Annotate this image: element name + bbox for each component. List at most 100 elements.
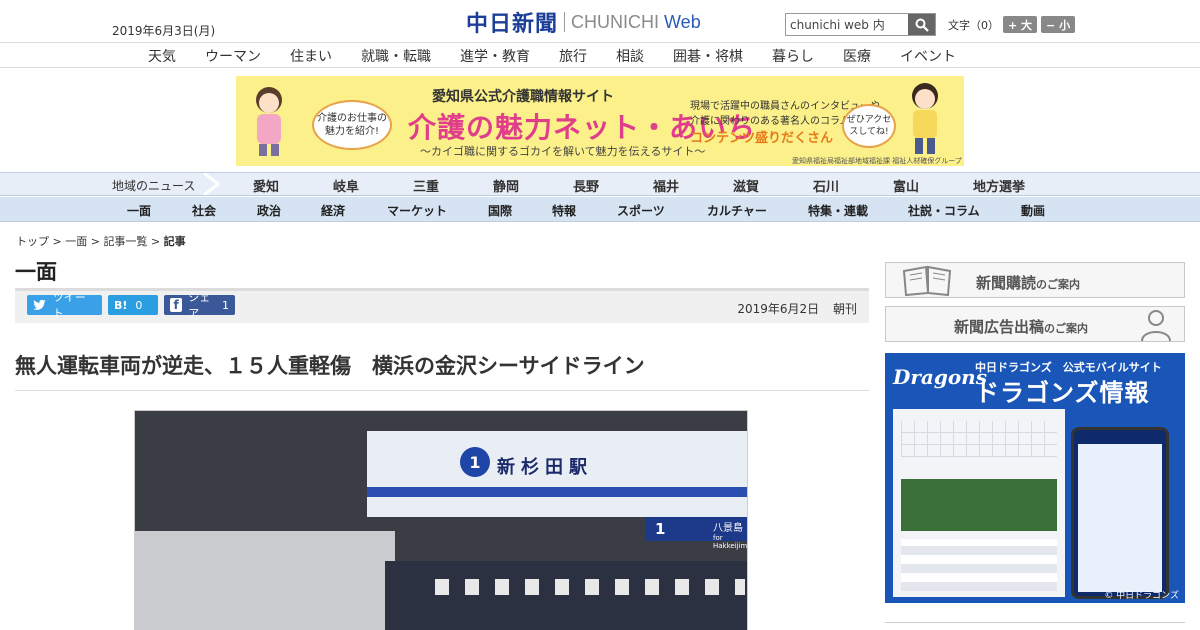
service-nav-item[interactable]: 囲碁・将棋 (673, 46, 743, 66)
search-icon (915, 18, 929, 32)
breadcrumb-current: 記事 (163, 235, 186, 248)
platform-number: 1 (655, 520, 666, 538)
subscribe-small: のご案内 (1036, 278, 1081, 291)
dragons-logo: Dragons (893, 365, 987, 389)
stat-rows (901, 539, 1057, 591)
ad-banner[interactable]: 介護のお仕事の魅力を紹介! 愛知県公式介護職情報サイト 介護の魅力ネット・あいち… (236, 76, 964, 166)
font-larger-button[interactable]: + 大 (1003, 16, 1038, 33)
genre-nav-item[interactable]: 一面 (127, 202, 151, 219)
breadcrumb: トップ > 一面 > 記事一覧 > 記事 (16, 233, 186, 249)
logo-separator (564, 12, 566, 32)
dragons-title: ドラゴンズ情報 (975, 379, 1150, 407)
hatena-bookmark-button[interactable]: B! 0 (108, 295, 158, 315)
advertise-main: 新聞広告出稿 (954, 318, 1045, 336)
speech-bubble-left: 介護のお仕事の魅力を紹介! (312, 100, 392, 150)
genre-nav-item[interactable]: マーケット (387, 202, 447, 219)
logo-japanese: 中日新聞 (466, 12, 559, 37)
search-input[interactable] (786, 14, 908, 35)
genre-nav-item[interactable]: 動画 (1021, 202, 1045, 219)
service-nav-item[interactable]: 相談 (616, 46, 644, 66)
genre-nav-item[interactable]: スポーツ (617, 202, 665, 219)
genre-nav-item[interactable]: カルチャー (707, 202, 767, 219)
article-photo[interactable]: 1 新杉田駅 1 八景島 for Hakkeijima (134, 410, 748, 630)
person-illustration-icon (912, 83, 938, 154)
banner-footnote: 愛知県福祉局福祉部地域福祉課 福祉人材確保グループ (792, 157, 962, 165)
region-nav-item[interactable]: 長野 (573, 176, 653, 195)
region-nav-item[interactable]: 地方選挙 (973, 176, 1053, 195)
platform-destination-en: for Hakkeijima (713, 534, 748, 550)
region-nav-item[interactable]: 岐阜 (333, 176, 413, 195)
facebook-share-button[interactable]: f シェア 1 (164, 291, 235, 320)
service-nav-item[interactable]: 就職・転職 (361, 46, 431, 66)
station-name-sign: 新杉田駅 (497, 457, 593, 478)
genre-nav-item[interactable]: 社説・コラム (908, 202, 980, 219)
logo-web: Web (664, 11, 701, 32)
breadcrumb-link[interactable]: 一面 (65, 235, 87, 248)
phone-screen (1078, 444, 1162, 592)
dragons-copyright: © 中日ドラゴンズ (1104, 591, 1179, 601)
service-nav-item[interactable]: 旅行 (559, 46, 587, 66)
article-headline: 無人運転車両が逆走、１５人重軽傷 横浜の金沢シーサイドライン (15, 354, 645, 378)
genre-nav-item[interactable]: 社会 (192, 202, 216, 219)
person-icon (1141, 310, 1171, 341)
genre-nav-item[interactable]: 国際 (488, 202, 512, 219)
site-search (785, 13, 936, 36)
genre-nav-item[interactable]: 経済 (321, 202, 345, 219)
breadcrumb-separator: > (52, 235, 62, 248)
site-logo[interactable]: 中日新聞 CHUNICHI Web (466, 8, 701, 38)
service-nav-item[interactable]: イベント (900, 46, 956, 66)
search-button[interactable] (908, 14, 935, 35)
chevron-right-icon (203, 173, 221, 195)
facebook-share-count: 1 (222, 298, 229, 312)
subscribe-main: 新聞購読 (976, 274, 1037, 292)
breadcrumb-link[interactable]: トップ (16, 235, 49, 248)
article-edition: 朝刊 (832, 302, 857, 316)
signboard-stripe (367, 487, 747, 497)
helmet-row (435, 579, 745, 595)
region-nav-item[interactable]: 福井 (653, 176, 733, 195)
genre-nav-item[interactable]: 政治 (257, 202, 281, 219)
genre-nav-item[interactable]: 特集・連載 (808, 202, 868, 219)
dragons-ad[interactable]: Dragons 中日ドラゴンズ 公式モバイルサイト ドラゴンズ情報 © 中日ドラ… (885, 353, 1185, 603)
crowd-area (385, 561, 747, 630)
service-nav-item[interactable]: 医療 (843, 46, 871, 66)
platform-destination: 八景島 for Hakkeijima (713, 519, 748, 550)
region-nav-item[interactable]: 愛知 (253, 176, 333, 195)
service-nav: 天気 ウーマン 住まい 就職・転職 進学・教育 旅行 相談 囲碁・将棋 暮らし … (0, 42, 1200, 68)
tweet-button[interactable]: ツイート (27, 291, 102, 320)
service-nav-item[interactable]: 暮らし (772, 46, 814, 66)
scoreboard-screenshot (893, 409, 1065, 597)
hatena-icon: B! (114, 298, 128, 312)
font-smaller-button[interactable]: − 小 (1041, 16, 1076, 33)
speech-bubble-right: ぜひアクセスしてね! (842, 104, 896, 148)
platform-destination-ja: 八景島 (713, 523, 743, 534)
service-nav-item[interactable]: 天気 (148, 46, 176, 66)
banner-highlight: コンテンツ盛りだくさん (690, 131, 834, 146)
breadcrumb-link[interactable]: 記事一覧 (103, 235, 147, 248)
hatena-count: 0 (135, 298, 143, 312)
advertise-card[interactable]: 新聞広告出稿のご案内 (885, 306, 1185, 342)
region-nav-item[interactable]: 石川 (813, 176, 893, 195)
facebook-share-label: シェア (188, 291, 211, 320)
field-graphic (901, 479, 1057, 531)
share-bar: ツイート B! 0 f シェア 1 2019年6月2日 朝刊 (15, 288, 869, 323)
tweet-label: ツイート (52, 291, 86, 320)
genre-nav-item[interactable]: 特報 (552, 202, 576, 219)
subscribe-card[interactable]: 新聞購読のご案内 (885, 262, 1185, 298)
breadcrumb-separator: > (90, 235, 100, 248)
banner-subtitle: 愛知県公式介護職情報サイト (432, 89, 614, 105)
site-header: 2019年6月3日(月) 中日新聞 CHUNICHI Web 文字（0） + 大… (0, 0, 1200, 42)
service-nav-item[interactable]: 進学・教育 (460, 46, 530, 66)
advertise-small: のご案内 (1044, 322, 1089, 335)
phone-screenshot (1071, 427, 1169, 599)
person-illustration-icon (256, 87, 282, 156)
service-nav-item[interactable]: ウーマン (205, 46, 261, 66)
section-title: 一面 (15, 260, 57, 284)
region-nav-item[interactable]: 滋賀 (733, 176, 813, 195)
region-nav-item[interactable]: 富山 (893, 176, 973, 195)
service-nav-item[interactable]: 住まい (290, 46, 332, 66)
region-nav-item[interactable]: 三重 (413, 176, 493, 195)
font-size-label: 文字（0） (948, 18, 999, 32)
scoreboard-grid (901, 421, 1057, 457)
region-nav-item[interactable]: 静岡 (493, 176, 573, 195)
